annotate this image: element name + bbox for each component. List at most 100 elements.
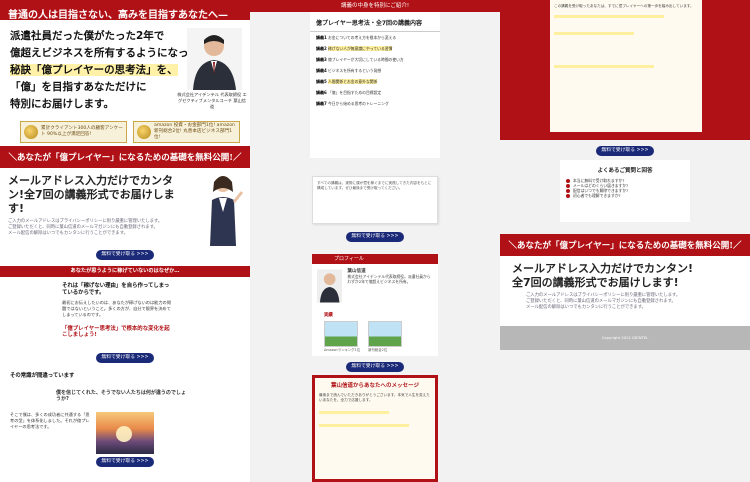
faq-section: よくあるご質問と回答 本当に無料で受け取れますか? メールはどのくらい届きますか…	[560, 160, 690, 222]
profile-body: 株式会社アイデンテル代表取締役。派遣社員からわずか2年で億超えビジネスを所有。	[347, 274, 431, 284]
letter-text: この講義を受け取ったあなたは、すでに億プレイヤーへの第一歩を踏み出しています。	[554, 4, 694, 8]
lecture-number: 講義3	[316, 57, 327, 62]
mail-note: メール配信の解除はいつでもカンタンに行うことができます。	[526, 305, 646, 310]
cta-button[interactable]: 無料で受け取る >>>	[96, 353, 154, 363]
hero-line: 「億」を目指すあなただけに	[10, 81, 147, 93]
lecture-text: お金についての考え方を根本から変える	[328, 35, 397, 40]
lecture-text: 「億」を目指すための目標設定	[328, 90, 382, 95]
hero-line: 秘訣「億プレイヤーの思考法」を、	[10, 62, 190, 79]
lecture-number: 講義2	[316, 46, 327, 51]
mail-signup-section: メールアドレス入力だけでカンタン!全7回の講義形式でお届けします! ご入力のメー…	[500, 256, 750, 326]
lecture-text: 稼げない人が無意識にやっている習慣	[328, 46, 393, 51]
highlight-line	[554, 65, 654, 68]
profile-section: プロフィール 葉山信道 株式会社アイデンテル代表取締役。派遣社員からわずか2年で…	[250, 254, 500, 356]
profile-card: 葉山信道 株式会社アイデンテル代表取締役。派遣社員からわずか2年で億超えビジネス…	[312, 264, 438, 308]
profile-portrait-icon	[317, 269, 343, 303]
hero-headline: 派遣社員だった僕がたった2年で 億超えビジネスを所有するようになった 秘訣「億プ…	[10, 28, 199, 113]
landscape-photo	[368, 321, 403, 347]
message-title: 葉山信道からあなたへのメッセージ	[331, 383, 419, 389]
era-body: そこで僕は、多くの成功者に共通する「思考の型」を体系化しました。それが億プレイヤ…	[10, 412, 90, 429]
lecture-number: 講義1	[316, 35, 327, 40]
mail-signup-title: メールアドレス入力だけでカンタン!全7回の講義形式でお届けします!	[512, 262, 694, 289]
lecture-number: 講義7	[316, 101, 327, 106]
lecture-text: 人間関係とお金の意外な関係	[328, 79, 378, 84]
lecture-card-title: 億プレイヤー思考法・全7回の講義内容	[310, 12, 440, 32]
lp-column-middle: 講義の中身を特別にご紹介! 億プレイヤー思考法・全7回の講義内容 講義1 お金に…	[250, 0, 500, 482]
photo-row: Amazonランキング1位 新刊総合2位	[324, 321, 426, 352]
lecture-item: 講義2 稼げない人が無意識にやっている習慣	[310, 43, 440, 54]
reason-section: それは「稼げない理由」を自ら作ってしまっているからです。 最初にお伝えしたいのは…	[0, 277, 250, 349]
guide-woman-icon	[210, 176, 244, 246]
medal-icon	[137, 125, 151, 139]
lecture-item: 講義3 億プレイヤーが大切にしている時間の使い方	[310, 54, 440, 65]
era-content: そこで僕は、多くの成功者に共通する「思考の型」を体系化しました。それが億プレイヤ…	[10, 412, 240, 454]
hero-line: 特別にお届けします。	[10, 98, 114, 110]
faq-item[interactable]: 初心者でも理解できますか?	[566, 193, 684, 198]
page-footer: Copyright 2021 IDENTEL	[500, 326, 750, 350]
photo-item: Amazonランキング1位	[324, 321, 360, 352]
award-badge: 累計クライアント300人の顧客アンケート 90%以上が満足回答!	[20, 121, 127, 143]
medal-icon	[24, 125, 38, 139]
lecture-text: 今日から始める思考のトレーニング	[328, 101, 389, 106]
lectures-head-band: 講義の中身を特別にご紹介!	[250, 0, 500, 12]
lecture-item: 講義4 ビジネスを所有するという発想	[310, 65, 440, 76]
faq-title: よくあるご質問と回答	[597, 168, 653, 174]
reason-body: 最初にお伝えしたいのは、あなたが稼げないのは能力の問題ではないということ。多くの…	[62, 300, 171, 317]
lecture-number: 講義4	[316, 68, 327, 73]
lp-column-bottom: この講義を受け取ったあなたは、すでに億プレイヤーへの第一歩を踏み出しています。 …	[500, 0, 750, 482]
lecture-item: 講義1 お金についての考え方を根本から変える	[310, 32, 440, 43]
message-body: 最後まで読んでいただきありがとうございます。本気で人生を変えたいあなたを、全力で…	[319, 393, 430, 402]
cta-button[interactable]: 無料で受け取る >>>	[596, 146, 654, 156]
mail-signup-notes: ご入力のメールアドレスはプライバシーポリシーに則り厳重に管理いたします。 ご登録…	[8, 219, 188, 237]
free-offer-banner: ＼あなたが「億プレイヤー」になるための基礎を無料公開!／	[500, 234, 750, 256]
cta-button[interactable]: 無料で受け取る >>>	[346, 232, 404, 242]
award-badge: amazon 投資・お金部門1位! amazon 新刊総合2位! 丸善本店ビジネ…	[133, 121, 240, 143]
era-section: その常識が間違っています 僕を信じてくれた、そうでない人たちは何が違うのでしょう…	[0, 363, 250, 482]
lecture-number: 講義6	[316, 90, 327, 95]
lecture-item: 講義6 「億」を目指すための目標設定	[310, 87, 440, 98]
era-heading: その常識が間違っています	[10, 373, 75, 379]
letter-body: この講義を受け取ったあなたは、すでに億プレイヤーへの第一歩を踏み出しています。	[550, 0, 702, 132]
lecture-text: ビジネスを所有するという発想	[328, 68, 382, 73]
award-badges: 累計クライアント300人の顧客アンケート 90%以上が満足回答! amazon …	[20, 121, 240, 143]
lecture-note: すべての講義は、実際に僕が億を稼ぐまでに実践してきた内容をもとに構成しています。…	[312, 176, 438, 224]
lp-column-top: 普通の人は目指さない、高みを目指すあなたへ— 派遣社員だった僕がたった2年で 億…	[0, 0, 250, 482]
free-offer-banner: ＼あなたが「億プレイヤー」になるための基礎を無料公開!／	[0, 146, 250, 168]
lecture-number: 講義5	[316, 79, 327, 84]
photo-caption: 新刊総合2位	[368, 348, 388, 352]
lecture-text: 億プレイヤーが大切にしている時間の使い方	[328, 57, 404, 62]
cta-button[interactable]: 無料で受け取る >>>	[346, 362, 404, 372]
message-box: 葉山信道からあなたへのメッセージ 最後まで読んでいただきありがとうございます。本…	[312, 375, 438, 482]
photo-item: 新刊総合2位	[368, 321, 403, 352]
speaker-caption: 株式会社アイデンテル 代表取締役 エグゼクティブメンタルコーチ 葉山信道	[177, 92, 247, 109]
hero-line: 億超えビジネスを所有するようになった	[10, 47, 199, 59]
profile-text: 葉山信道 株式会社アイデンテル代表取締役。派遣社員からわずか2年で億超えビジネス…	[347, 269, 433, 303]
highlight-line	[319, 424, 409, 427]
landscape-photo	[324, 321, 358, 347]
mail-signup-section: メールアドレス入力だけでカンタン!全7回の講義形式でお届けします! ご入力のメー…	[0, 168, 250, 252]
highlight-line	[319, 411, 389, 414]
mail-signup-title: メールアドレス入力だけでカンタン!全7回の講義形式でお届けします!	[8, 174, 175, 215]
lecture-item: 講義7 今日から始める思考のトレーニング	[310, 98, 440, 109]
empty-area	[500, 350, 750, 482]
award-badge-text: amazon 投資・お金部門1位! amazon 新刊総合2位! 丸善本店ビジネ…	[154, 123, 235, 140]
oku-heading: 「億プレイヤー思考法」で根本的な変化を起こしましょう!	[62, 326, 170, 338]
mail-signup-notes: ご入力のメールアドレスはプライバシーポリシーに則り厳重に管理いたします。 ご登録…	[512, 293, 702, 311]
highlight-line	[554, 32, 634, 35]
lecture-card: 億プレイヤー思考法・全7回の講義内容 講義1 お金についての考え方を根本から変え…	[310, 12, 440, 158]
era-question: 僕を信じてくれた、そうでない人たちは何が違うのでしょうか?	[56, 390, 186, 402]
award-badge-text: 累計クライアント300人の顧客アンケート 90%以上が満足回答!	[41, 126, 123, 137]
photos-title: 実績	[324, 313, 333, 318]
hero-section: 派遣社員だった僕がたった2年で 億超えビジネスを所有するようになった 秘訣「億プ…	[0, 20, 250, 146]
lecture-item: 講義5 人間関係とお金の意外な関係	[310, 76, 440, 87]
reason-heading: それは「稼げない理由」を自ら作ってしまっているからです。	[62, 283, 170, 296]
hero-bar: 普通の人は目指さない、高みを目指すあなたへ—	[0, 0, 250, 20]
problem-band: あなたが思うように稼げていないのはなぜか…	[0, 266, 250, 277]
hero-line-highlight: 秘訣「億プレイヤーの思考法」を、	[10, 64, 178, 76]
letter-frame: この講義を受け取ったあなたは、すでに億プレイヤーへの第一歩を踏み出しています。	[500, 0, 750, 140]
photo-caption: Amazonランキング1位	[324, 348, 361, 352]
sunrise-image	[96, 412, 154, 454]
photos-card: 実績 Amazonランキング1位 新刊総合2位	[312, 308, 438, 356]
speaker-portrait-icon	[187, 28, 242, 90]
hero-line: 派遣社員だった僕がたった2年で	[10, 30, 165, 42]
